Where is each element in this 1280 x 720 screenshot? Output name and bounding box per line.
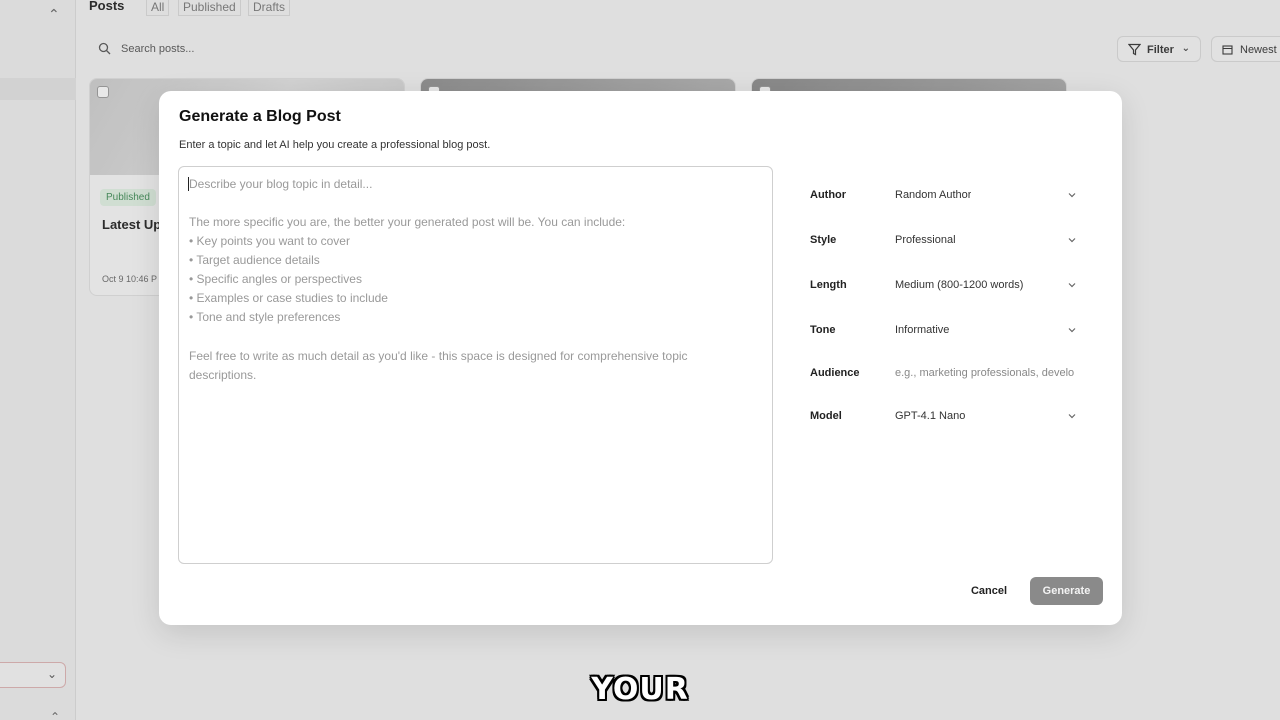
- chevron-down-icon[interactable]: [1067, 235, 1077, 245]
- dialog-description: Enter a topic and let AI help you create…: [179, 139, 491, 151]
- video-caption: YOUR: [591, 672, 689, 707]
- author-label: Author: [810, 189, 847, 201]
- style-select[interactable]: Professional: [895, 234, 956, 246]
- topic-placeholder-line: • Specific angles or perspectives: [189, 272, 362, 286]
- audience-input[interactable]: e.g., marketing professionals, develo: [895, 367, 1081, 379]
- dialog-title: Generate a Blog Post: [179, 108, 341, 125]
- tone-select[interactable]: Informative: [895, 324, 949, 336]
- model-select[interactable]: GPT-4.1 Nano: [895, 410, 965, 422]
- topic-placeholder-line: descriptions.: [189, 368, 257, 382]
- topic-placeholder-line: • Target audience details: [189, 253, 320, 267]
- topic-placeholder-line: The more specific you are, the better yo…: [189, 215, 626, 229]
- topic-placeholder-line: Describe your blog topic in detail...: [189, 177, 373, 191]
- chevron-down-icon[interactable]: [1067, 411, 1077, 421]
- topic-placeholder-line: • Examples or case studies to include: [189, 291, 388, 305]
- chevron-down-icon[interactable]: [1067, 190, 1077, 200]
- cancel-button[interactable]: Cancel: [963, 577, 1015, 605]
- topic-placeholder-line: • Tone and style preferences: [189, 310, 341, 324]
- tone-label: Tone: [810, 324, 836, 336]
- generate-button[interactable]: Generate: [1030, 577, 1103, 605]
- chevron-down-icon[interactable]: [1067, 325, 1077, 335]
- length-label: Length: [810, 279, 847, 291]
- topic-textarea[interactable]: Describe your blog topic in detail... Th…: [178, 166, 773, 564]
- audience-label: Audience: [810, 367, 860, 379]
- model-label: Model: [810, 410, 842, 422]
- topic-placeholder-line: • Key points you want to cover: [189, 234, 350, 248]
- generate-blog-post-dialog: Generate a Blog Post Enter a topic and l…: [159, 91, 1122, 625]
- topic-placeholder-line: Feel free to write as much detail as you…: [189, 349, 688, 363]
- style-label: Style: [810, 234, 837, 246]
- length-select[interactable]: Medium (800-1200 words): [895, 279, 1023, 291]
- author-select[interactable]: Random Author: [895, 189, 971, 201]
- chevron-down-icon[interactable]: [1067, 280, 1077, 290]
